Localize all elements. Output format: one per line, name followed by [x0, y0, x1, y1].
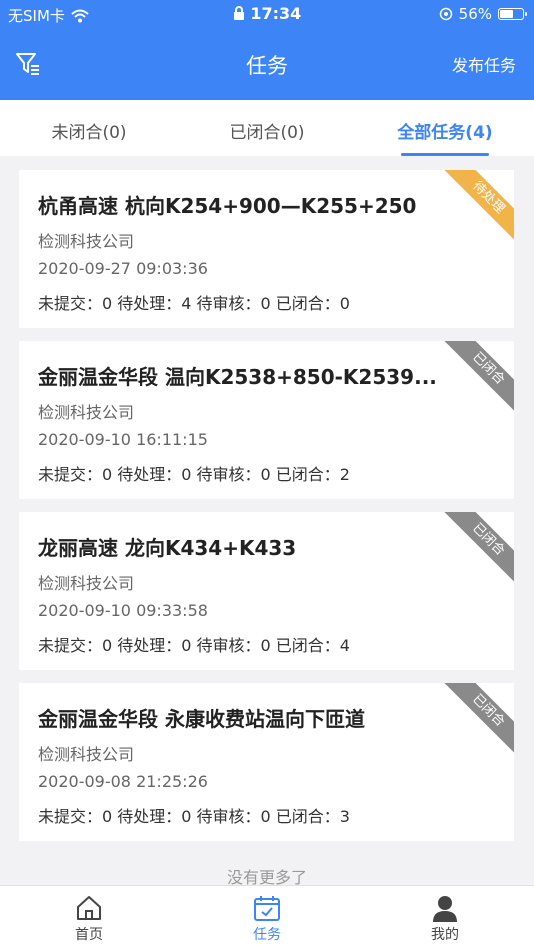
status-badge: 已闭合 — [441, 683, 514, 757]
task-card[interactable]: 杭甬高速 杭向K254+900—K255+250 检测科技公司 2020-09-… — [19, 170, 514, 328]
task-card[interactable]: 金丽温金华段 永康收费站温向下匝道 检测科技公司 2020-09-08 21:2… — [19, 683, 514, 841]
battery-fill — [500, 10, 514, 18]
status-ribbon: 待处理 — [440, 170, 514, 244]
tab-label: 全部任务(4) — [397, 123, 493, 143]
task-card[interactable]: 龙丽高速 龙向K434+K433 检测科技公司 2020-09-10 09:33… — [19, 512, 514, 670]
task-stats: 未提交：0 待处理：4 待审核：0 已闭合：0 — [38, 294, 350, 313]
publish-task-button[interactable]: 发布任务 — [452, 52, 516, 76]
status-bar: 无SIM卡 17:34 56% — [0, 0, 534, 28]
tabbar-item-home[interactable]: 首页 — [0, 886, 178, 950]
tab-label: 未闭合(0) — [51, 123, 127, 143]
user-icon — [433, 896, 457, 922]
task-stats: 未提交：0 待处理：0 待审核：0 已闭合：4 — [38, 636, 350, 655]
filter-tabs: 未闭合(0) 已闭合(0) 全部任务(4) — [0, 100, 534, 156]
tabbar-item-tasks[interactable]: 任务 — [178, 886, 356, 950]
orientation-lock-icon — [439, 7, 452, 21]
task-company: 检测科技公司 — [38, 574, 135, 593]
task-title: 金丽温金华段 永康收费站温向下匝道 — [38, 707, 365, 731]
bottom-tab-bar: 首页 任务 我的 — [0, 885, 534, 950]
task-stats: 未提交：0 待处理：0 待审核：0 已闭合：2 — [38, 465, 350, 484]
status-badge: 已闭合 — [441, 341, 514, 415]
status-badge: 已闭合 — [441, 512, 514, 586]
task-title: 杭甬高速 杭向K254+900—K255+250 — [38, 194, 417, 218]
status-ribbon: 已闭合 — [440, 341, 514, 415]
tabbar-label: 任务 — [253, 927, 281, 943]
status-ribbon: 已闭合 — [440, 683, 514, 757]
nav-bar: 任务 发布任务 — [0, 28, 534, 100]
status-badge: 待处理 — [441, 170, 514, 244]
task-company: 检测科技公司 — [38, 745, 135, 764]
task-date: 2020-09-27 09:03:36 — [38, 259, 208, 278]
status-ribbon: 已闭合 — [440, 512, 514, 586]
task-company: 检测科技公司 — [38, 403, 135, 422]
home-icon — [77, 896, 101, 920]
task-card[interactable]: 金丽温金华段 温向K2538+850-K2539... 检测科技公司 2020-… — [19, 341, 514, 499]
status-right: 56% — [439, 5, 527, 23]
task-stats: 未提交：0 待处理：0 待审核：0 已闭合：3 — [38, 807, 350, 826]
lock-icon — [233, 6, 244, 20]
battery-percent: 56% — [458, 5, 492, 23]
task-company: 检测科技公司 — [38, 232, 135, 251]
tab-label: 已闭合(0) — [229, 123, 305, 143]
status-time: 17:34 — [250, 4, 302, 23]
task-title: 龙丽高速 龙向K434+K433 — [38, 536, 297, 560]
tab-all-tasks[interactable]: 全部任务(4) — [356, 100, 534, 156]
tabbar-label: 首页 — [75, 927, 103, 943]
task-date: 2020-09-10 09:33:58 — [38, 601, 208, 620]
task-date: 2020-09-10 16:11:15 — [38, 430, 208, 449]
task-title: 金丽温金华段 温向K2538+850-K2539... — [38, 365, 437, 389]
task-date: 2020-09-08 21:25:26 — [38, 772, 208, 791]
battery-icon — [498, 8, 527, 20]
tab-closed[interactable]: 已闭合(0) — [178, 100, 356, 156]
tabbar-item-mine[interactable]: 我的 — [356, 886, 534, 950]
task-calendar-icon — [254, 896, 280, 921]
tab-unclosed[interactable]: 未闭合(0) — [0, 100, 178, 156]
tabbar-label: 我的 — [431, 927, 459, 943]
